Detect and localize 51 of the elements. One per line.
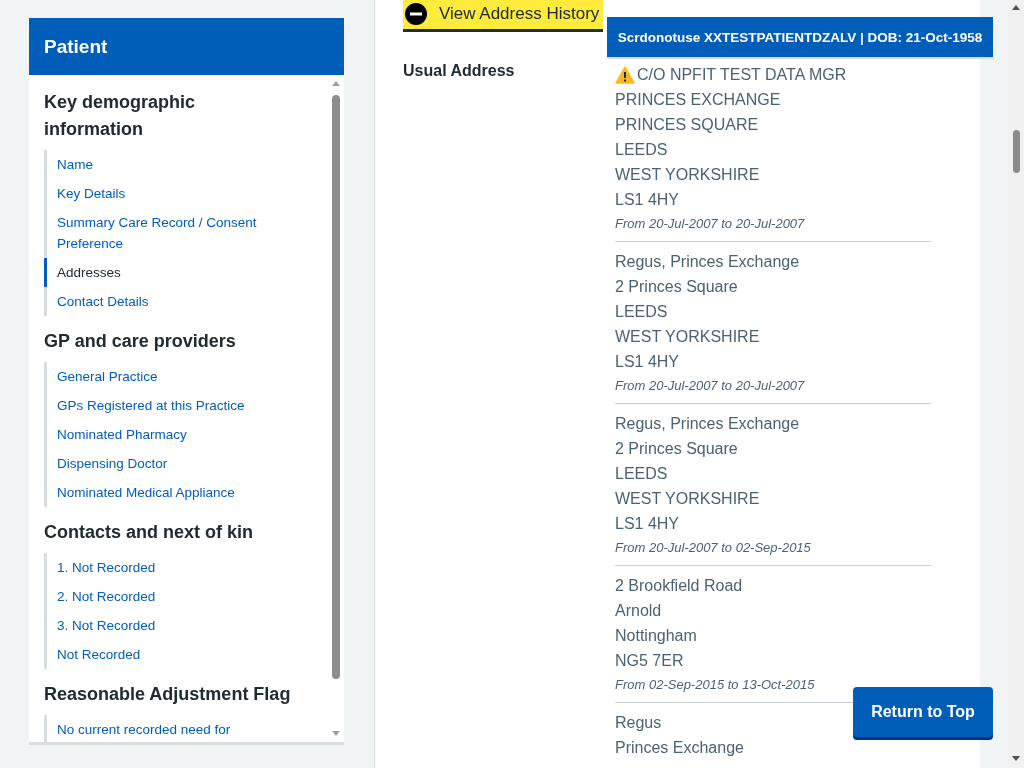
view-history-button[interactable]: View Address History: [403, 0, 604, 32]
section-heading: Reasonable Adjustment Flag: [44, 683, 292, 706]
address-line: Regus, Princes Exchange: [615, 252, 800, 272]
address-line: Princes Exchange: [615, 738, 744, 758]
nav-link[interactable]: Nominated Medical Appliance: [57, 482, 297, 503]
address-line: WEST YORKSHIRE: [615, 489, 760, 509]
nav-link[interactable]: Dispensing Doctor: [57, 453, 297, 474]
date-range: From 20-Jul-2007 to 02-Sep-2015: [615, 540, 812, 555]
section-heading: Key demographic information: [44, 91, 197, 141]
nav-link[interactable]: Not Recorded: [57, 644, 297, 665]
address-line: 2 Princes Square: [615, 439, 738, 459]
address-line: C/O NPFIT TEST DATA MGR: [637, 65, 847, 85]
nav-link[interactable]: 1. Not Recorded: [57, 557, 297, 578]
nav-link[interactable]: Addresses: [57, 262, 297, 283]
address-line: LEEDS: [615, 140, 668, 160]
return-to-top-button[interactable]: Return to Top: [853, 687, 993, 737]
address-line: WEST YORKSHIRE: [615, 327, 760, 347]
address-line: 2 Princes Square: [615, 277, 738, 297]
address-line: Nottingham: [615, 626, 697, 646]
address-line: LS1 4HY: [615, 352, 680, 372]
sidebar-header: Patient: [29, 18, 344, 75]
field-label: Usual Address: [403, 62, 516, 81]
nav-link[interactable]: Contact Details: [57, 291, 297, 312]
section-heading: GP and care providers: [44, 330, 237, 353]
nav-link[interactable]: 3. Not Recorded: [57, 615, 297, 636]
address-line: Regus: [615, 713, 662, 733]
nav-link[interactable]: Summary Care Record / Consent Preference: [57, 212, 297, 254]
nav-link[interactable]: Nominated Pharmacy: [57, 424, 297, 445]
address-line: Regus, Princes Exchange: [615, 414, 800, 434]
minus-icon: [405, 3, 427, 25]
patient-banner: Scrdonotuse XXTESTPATIENTDZALV | DOB: 21-Oct-1958: [607, 17, 993, 57]
nav-link[interactable]: GPs Registered at this Practice: [57, 395, 297, 416]
nav-link[interactable]: Name: [57, 154, 297, 175]
address-line: WEST YORKSHIRE: [615, 165, 760, 185]
address-line: LS1 4HY: [615, 190, 680, 210]
address-line: Arnold: [615, 601, 662, 621]
address-line: LEEDS: [615, 302, 668, 322]
date-range: From 20-Jul-2007 to 20-Jul-2007: [615, 378, 806, 393]
address-line: PRINCES SQUARE: [615, 115, 759, 135]
date-range: From 20-Jul-2007 to 20-Jul-2007: [615, 216, 806, 231]
nav-link[interactable]: General Practice: [57, 366, 297, 387]
address-line: PRINCES EXCHANGE: [615, 90, 781, 110]
nav-link[interactable]: Key Details: [57, 183, 297, 204]
nav-link[interactable]: No current recorded need for: [57, 719, 297, 740]
address-line: LS1 4HY: [615, 514, 680, 534]
nav-link[interactable]: 2. Not Recorded: [57, 586, 297, 607]
address-line: 2 Brookfield Road: [615, 576, 743, 596]
address-line: LEEDS: [615, 464, 668, 484]
section-heading: Contacts and next of kin: [44, 521, 255, 544]
date-range: From 02-Sep-2015 to 13-Oct-2015: [615, 677, 816, 692]
address-line: NG5 7ER: [615, 651, 684, 671]
